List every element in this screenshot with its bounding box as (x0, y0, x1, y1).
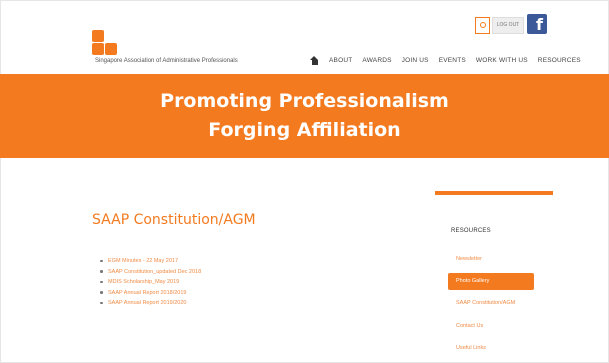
document-list: EGM Minutes - 22 May 2017 SAAP Constitut… (100, 258, 201, 311)
nav-item-work-with-us[interactable]: WORK WITH US (476, 57, 528, 64)
document-link[interactable]: SAAP Constitution_updated Dec 2018 (100, 269, 201, 280)
banner-line-1: Promoting Professionalism (160, 90, 449, 112)
hero-banner: Promoting Professionalism Forging Affili… (0, 74, 609, 158)
nav-item-events[interactable]: EVENTS (439, 57, 466, 64)
sidebar-accent-bar (435, 191, 553, 195)
saap-logo[interactable] (92, 30, 118, 56)
nav-item-resources[interactable]: RESOURCES (538, 57, 581, 64)
nav-item-join-us[interactable]: JOIN US (402, 57, 429, 64)
bullet-icon (100, 259, 103, 262)
sidebar-item-contact-us[interactable]: Contact Us (448, 318, 534, 335)
facebook-icon[interactable]: f (527, 14, 547, 34)
sidebar-item-newsletter[interactable]: Newsletter (448, 251, 534, 268)
sidebar-item-useful-links[interactable]: Useful Links (448, 340, 534, 357)
sidebar-item-photo-gallery[interactable]: Photo Gallery (448, 273, 534, 290)
nav-item-awards[interactable]: AWARDS (362, 57, 391, 64)
home-icon[interactable] (310, 55, 319, 65)
bullet-icon (100, 301, 103, 304)
document-link[interactable]: EGM Minutes - 22 May 2017 (100, 258, 201, 269)
search-button[interactable] (475, 17, 490, 34)
page-title: SAAP Constitution/AGM (92, 212, 256, 228)
bullet-icon (100, 280, 103, 283)
bullet-icon (100, 291, 103, 294)
main-nav: ABOUT AWARDS JOIN US EVENTS WORK WITH US… (310, 53, 581, 67)
sidebar-item-saap-constitution-agm[interactable]: SAAP Constitution/AGM (448, 295, 534, 312)
document-link[interactable]: SAAP Annual Report 2018/2019 (100, 290, 201, 301)
organization-name: Singapore Association of Administrative … (95, 58, 238, 64)
logout-button[interactable]: LOG OUT (492, 17, 524, 34)
nav-item-about[interactable]: ABOUT (329, 57, 352, 64)
document-link[interactable]: MDIS Scholarship_May 2019 (100, 279, 201, 290)
document-link[interactable]: SAAP Annual Report 2019/2020 (100, 300, 201, 311)
search-icon (479, 21, 486, 28)
bullet-icon (100, 270, 103, 273)
sidebar-heading: RESOURCES (451, 228, 491, 234)
banner-line-2: Forging Affiliation (208, 119, 401, 141)
